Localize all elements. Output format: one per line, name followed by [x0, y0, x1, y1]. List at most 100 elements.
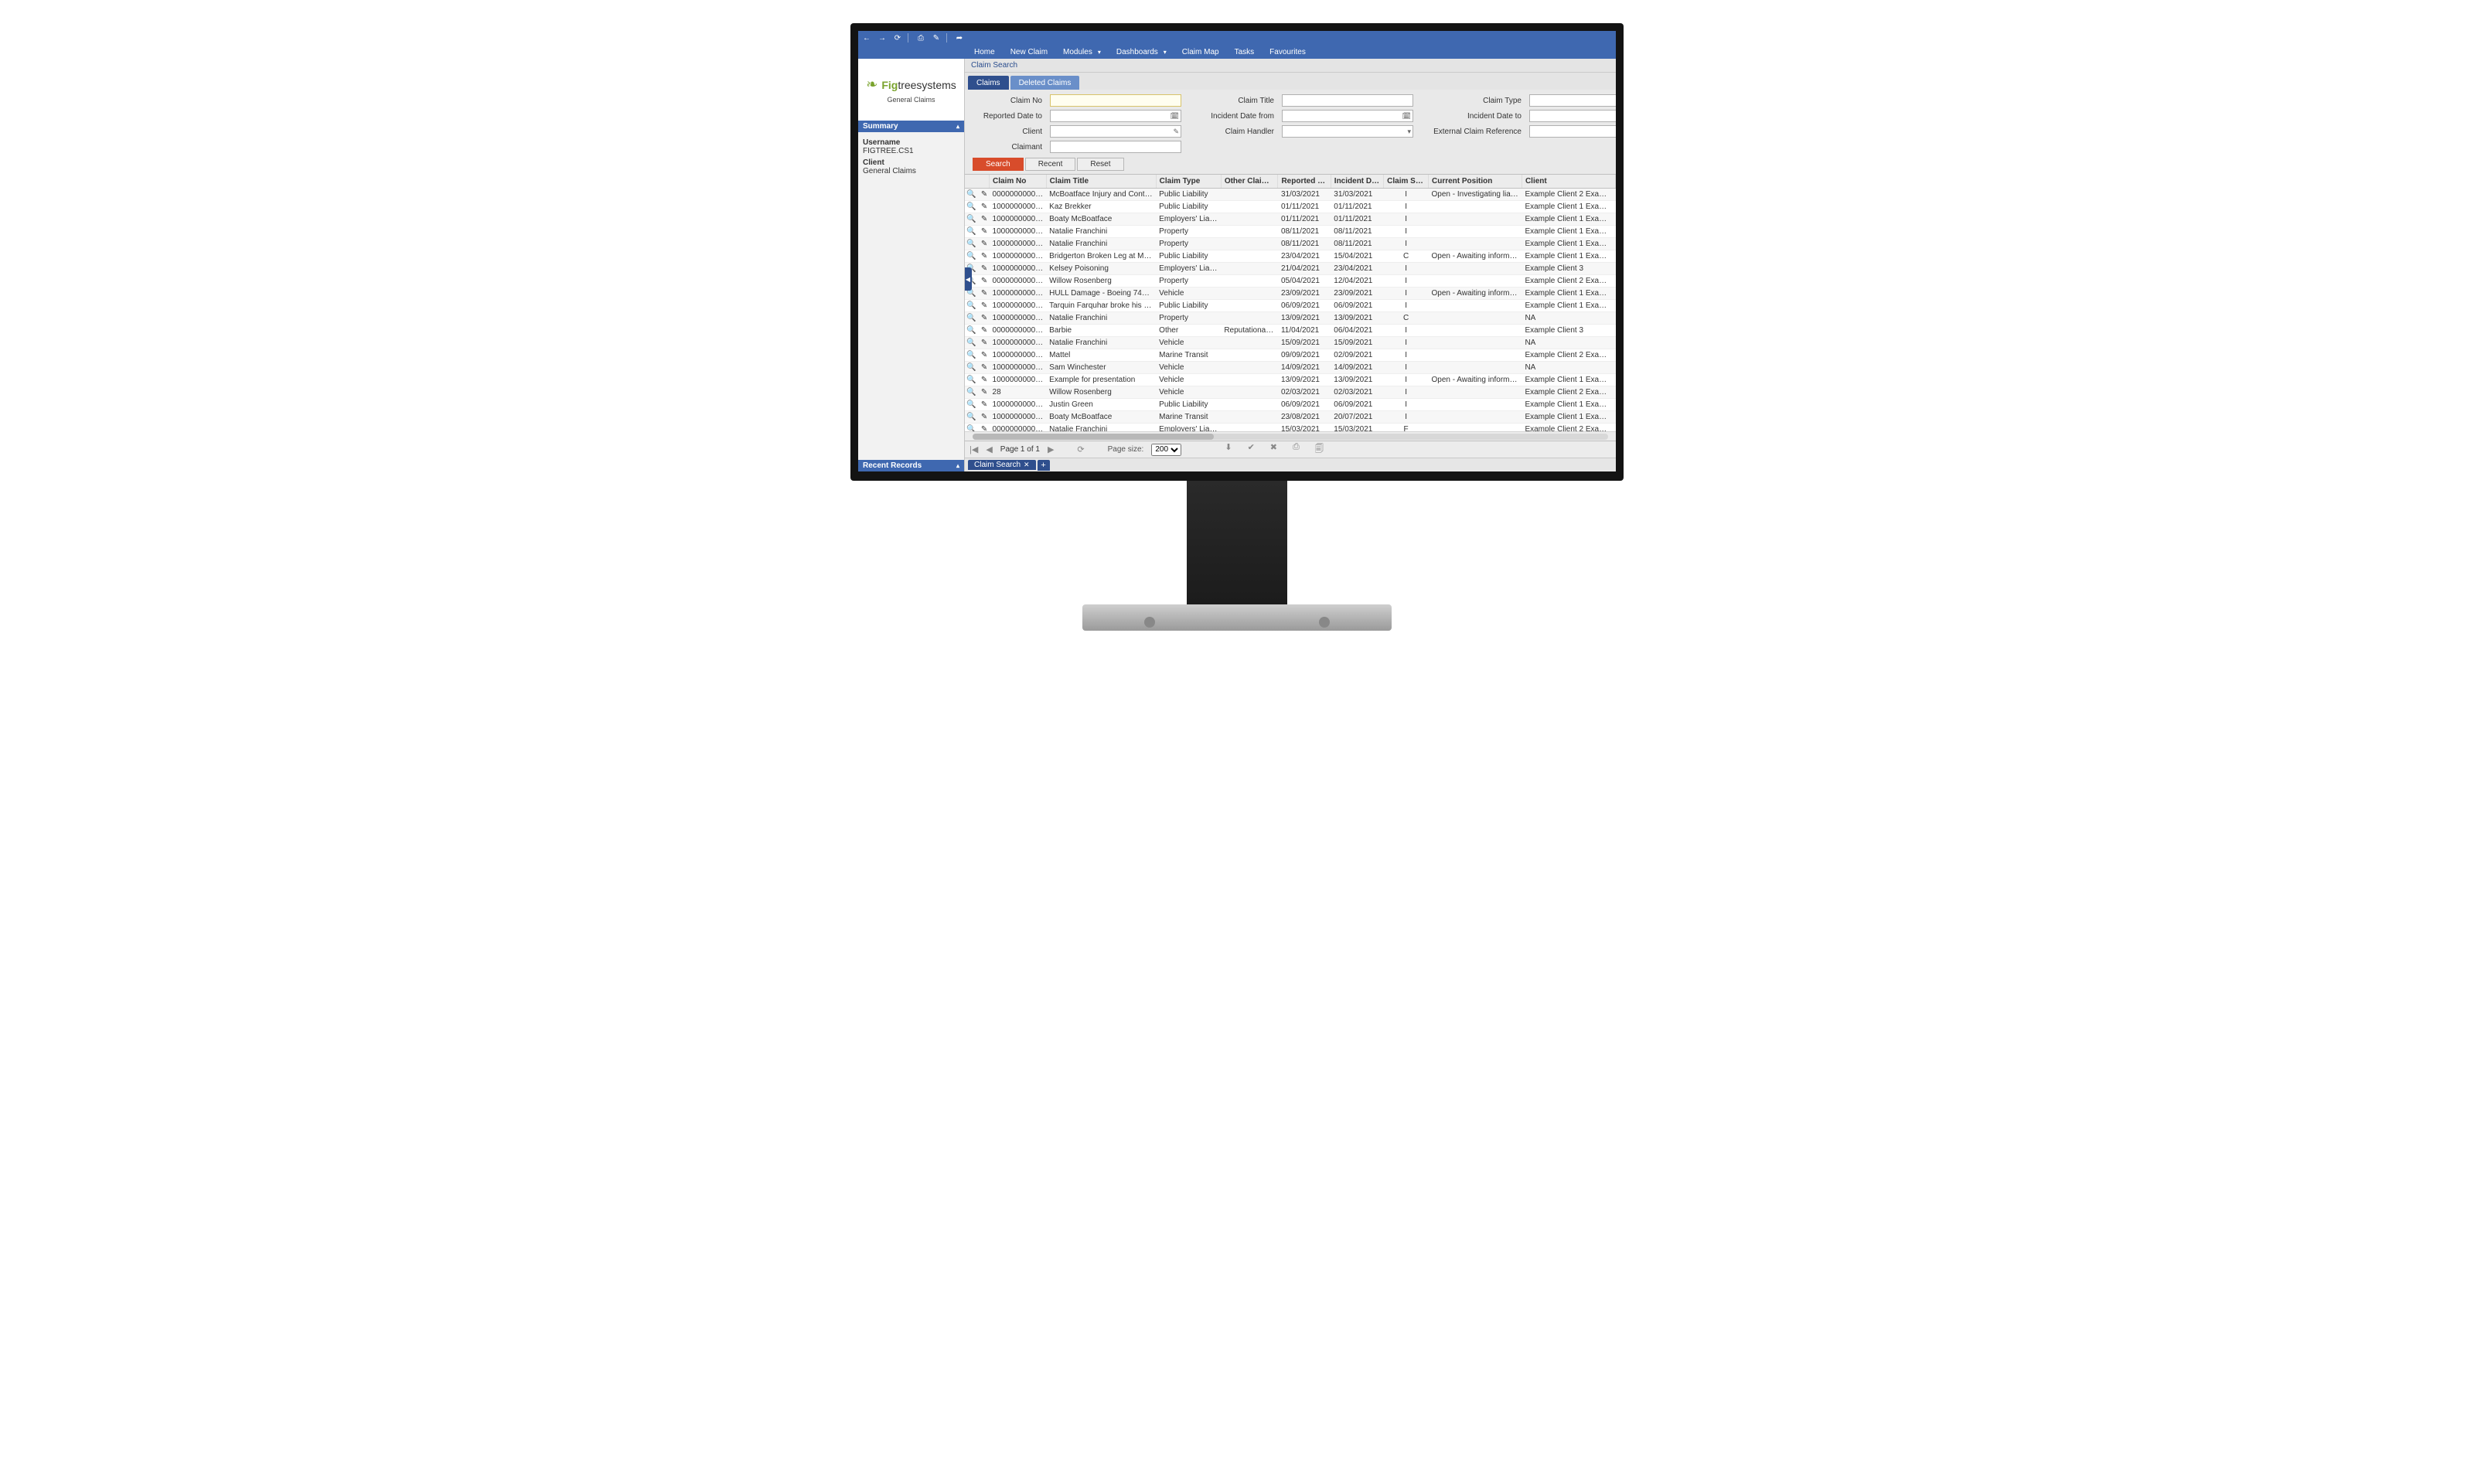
table-row[interactable]: 🔍✎000000000008Natalie FranchiniEmployers…: [965, 424, 1616, 432]
input-incident-date-from[interactable]: 🗓: [1282, 110, 1413, 122]
close-icon[interactable]: ✕: [1024, 461, 1030, 469]
view-icon[interactable]: 🔍: [966, 215, 976, 223]
view-icon[interactable]: 🔍: [966, 363, 976, 372]
edit-icon[interactable]: ✎: [981, 277, 987, 285]
table-row[interactable]: 🔍✎100000000056Boaty McBoatfaceEmployers'…: [965, 213, 1616, 226]
table-row[interactable]: 🔍✎100000000050Natalie FranchiniVehicle15…: [965, 337, 1616, 349]
input-client[interactable]: ✎: [1050, 125, 1181, 138]
table-row[interactable]: 🔍✎100000000001Bridgerton Broken Leg at M…: [965, 250, 1616, 263]
col-header[interactable]: Claim Title: [1046, 175, 1156, 189]
edit-icon[interactable]: ✎: [981, 227, 987, 236]
col-header[interactable]: Claim Status: [1384, 175, 1429, 189]
page-size-select[interactable]: 200: [1151, 444, 1181, 456]
chevron-down-icon[interactable]: ▾: [1407, 128, 1411, 136]
print-icon[interactable]: ⎙: [1293, 442, 1300, 457]
edit-icon[interactable]: ✎: [981, 376, 987, 384]
cancel-icon[interactable]: ✖: [1270, 442, 1277, 457]
bottom-tab-claimsearch[interactable]: Claim Search✕: [968, 460, 1036, 470]
tab-deleted-claims[interactable]: Deleted Claims: [1010, 76, 1080, 90]
edit-icon[interactable]: ✎: [981, 190, 987, 199]
col-header[interactable]: Incident Date: [1331, 175, 1383, 189]
view-icon[interactable]: 🔍: [966, 252, 976, 260]
collapse-sidebar-icon[interactable]: ◀: [965, 267, 972, 291]
table-row[interactable]: 🔍✎100000000054Natalie FranchiniProperty0…: [965, 238, 1616, 250]
view-icon[interactable]: 🔍: [966, 376, 976, 384]
edit-icon[interactable]: ✎: [981, 339, 987, 347]
table-row[interactable]: 🔍✎100000000045Example for presentationVe…: [965, 374, 1616, 386]
view-icon[interactable]: 🔍: [966, 388, 976, 397]
input-incident-date-to[interactable]: [1529, 110, 1616, 122]
menu-item-home[interactable]: Home: [966, 45, 1003, 59]
pager-first-icon[interactable]: |◀: [969, 444, 978, 454]
menu-item-new-claim[interactable]: New Claim: [1003, 45, 1055, 59]
table-row[interactable]: 🔍✎100000000043Tarquin Farquhar broke his…: [965, 300, 1616, 312]
menu-item-claim-map[interactable]: Claim Map: [1174, 45, 1227, 59]
tab-claims[interactable]: Claims: [968, 76, 1009, 90]
view-icon[interactable]: 🔍: [966, 400, 976, 409]
table-row[interactable]: 🔍✎100000000002Kelsey PoisoningEmployers'…: [965, 263, 1616, 275]
table-row[interactable]: 🔍✎100000000058Kaz BrekkerPublic Liabilit…: [965, 201, 1616, 213]
edit-icon[interactable]: ✎: [981, 363, 987, 372]
menu-item-dashboards[interactable]: Dashboards: [1109, 45, 1174, 59]
view-icon[interactable]: 🔍: [966, 227, 976, 236]
view-icon[interactable]: 🔍: [966, 301, 976, 310]
edit-icon[interactable]: ✎: [981, 413, 987, 421]
table-row[interactable]: 🔍✎100000000042Justin GreenPublic Liabili…: [965, 399, 1616, 411]
table-row[interactable]: 🔍✎100000000044MattelMarine Transit09/09/…: [965, 349, 1616, 362]
logout-icon[interactable]: ➦: [954, 32, 965, 43]
edit-icon[interactable]: ✎: [981, 203, 987, 211]
view-icon[interactable]: 🔍: [966, 314, 976, 322]
table-row[interactable]: 🔍✎100000000047Natalie FranchiniProperty1…: [965, 312, 1616, 325]
table-row[interactable]: 🔍✎28Willow RosenbergVehicle02/03/202102/…: [965, 386, 1616, 399]
view-icon[interactable]: 🔍: [966, 326, 976, 335]
results-table-wrap[interactable]: Claim NoClaim TitleClaim TypeOther Claim…: [965, 174, 1616, 431]
col-header[interactable]: Reported Date: [1278, 175, 1331, 189]
edit-icon[interactable]: ✎: [981, 400, 987, 409]
table-row[interactable]: 🔍✎000000000019BarbieOtherReputational Ha…: [965, 325, 1616, 337]
edit-icon[interactable]: ✎: [981, 314, 987, 322]
edit-icon[interactable]: ✎: [981, 215, 987, 223]
view-icon[interactable]: 🔍: [966, 203, 976, 211]
table-row[interactable]: 🔍✎100000000055Natalie FranchiniProperty0…: [965, 226, 1616, 238]
pencil-icon[interactable]: ✎: [1173, 128, 1179, 136]
view-icon[interactable]: 🔍: [966, 240, 976, 248]
pager-refresh-icon[interactable]: ⟳: [1077, 444, 1084, 454]
table-row[interactable]: 🔍✎100000000036Boaty McBoatfaceMarine Tra…: [965, 411, 1616, 424]
download-icon[interactable]: ⬇: [1225, 442, 1232, 457]
col-header[interactable]: Claim Type: [1156, 175, 1221, 189]
edit-icon[interactable]: ✎: [981, 289, 987, 298]
input-claimant[interactable]: [1050, 141, 1181, 153]
check-icon[interactable]: ✔: [1248, 442, 1255, 457]
col-header[interactable]: Claim No: [990, 175, 1047, 189]
view-icon[interactable]: 🔍: [966, 425, 976, 431]
reset-button[interactable]: Reset: [1077, 158, 1123, 171]
add-tab-icon[interactable]: +: [1038, 460, 1050, 471]
edit-icon[interactable]: ✎: [981, 351, 987, 359]
table-row[interactable]: 🔍✎100000000052HULL Damage - Boeing 747 -…: [965, 288, 1616, 300]
input-reported-date-to[interactable]: 🗓: [1050, 110, 1181, 122]
edit-icon[interactable]: ✎: [981, 264, 987, 273]
menu-item-favourites[interactable]: Favourites: [1262, 45, 1314, 59]
recent-button[interactable]: Recent: [1025, 158, 1076, 171]
col-header[interactable]: Current Position: [1429, 175, 1522, 189]
edit-icon[interactable]: ✎: [931, 32, 942, 43]
view-icon[interactable]: 🔍: [966, 351, 976, 359]
view-icon[interactable]: 🔍: [966, 190, 976, 199]
refresh-icon[interactable]: ⟳: [892, 32, 903, 43]
input-claim-no[interactable]: [1050, 94, 1181, 107]
table-row[interactable]: 🔍✎000000000017Willow RosenbergProperty05…: [965, 275, 1616, 288]
edit-icon[interactable]: ✎: [981, 388, 987, 397]
col-header[interactable]: Other Claim Type: [1221, 175, 1278, 189]
sidebar-recent-header[interactable]: Recent Records▴: [858, 460, 964, 471]
sidebar-summary-header[interactable]: Summary▴: [858, 121, 964, 132]
input-claim-title[interactable]: [1282, 94, 1413, 107]
calendar-icon[interactable]: 🗓: [1171, 112, 1179, 121]
col-header[interactable]: Client: [1522, 175, 1615, 189]
pager-prev-icon[interactable]: ◀: [986, 444, 992, 454]
input-ext-ref[interactable]: [1529, 125, 1616, 138]
menu-item-modules[interactable]: Modules: [1055, 45, 1109, 59]
search-button[interactable]: Search: [973, 158, 1024, 171]
forward-icon[interactable]: →: [877, 32, 888, 43]
table-row[interactable]: 🔍✎000000000012McBoatface Injury and Cont…: [965, 189, 1616, 201]
view-icon[interactable]: 🔍: [966, 339, 976, 347]
